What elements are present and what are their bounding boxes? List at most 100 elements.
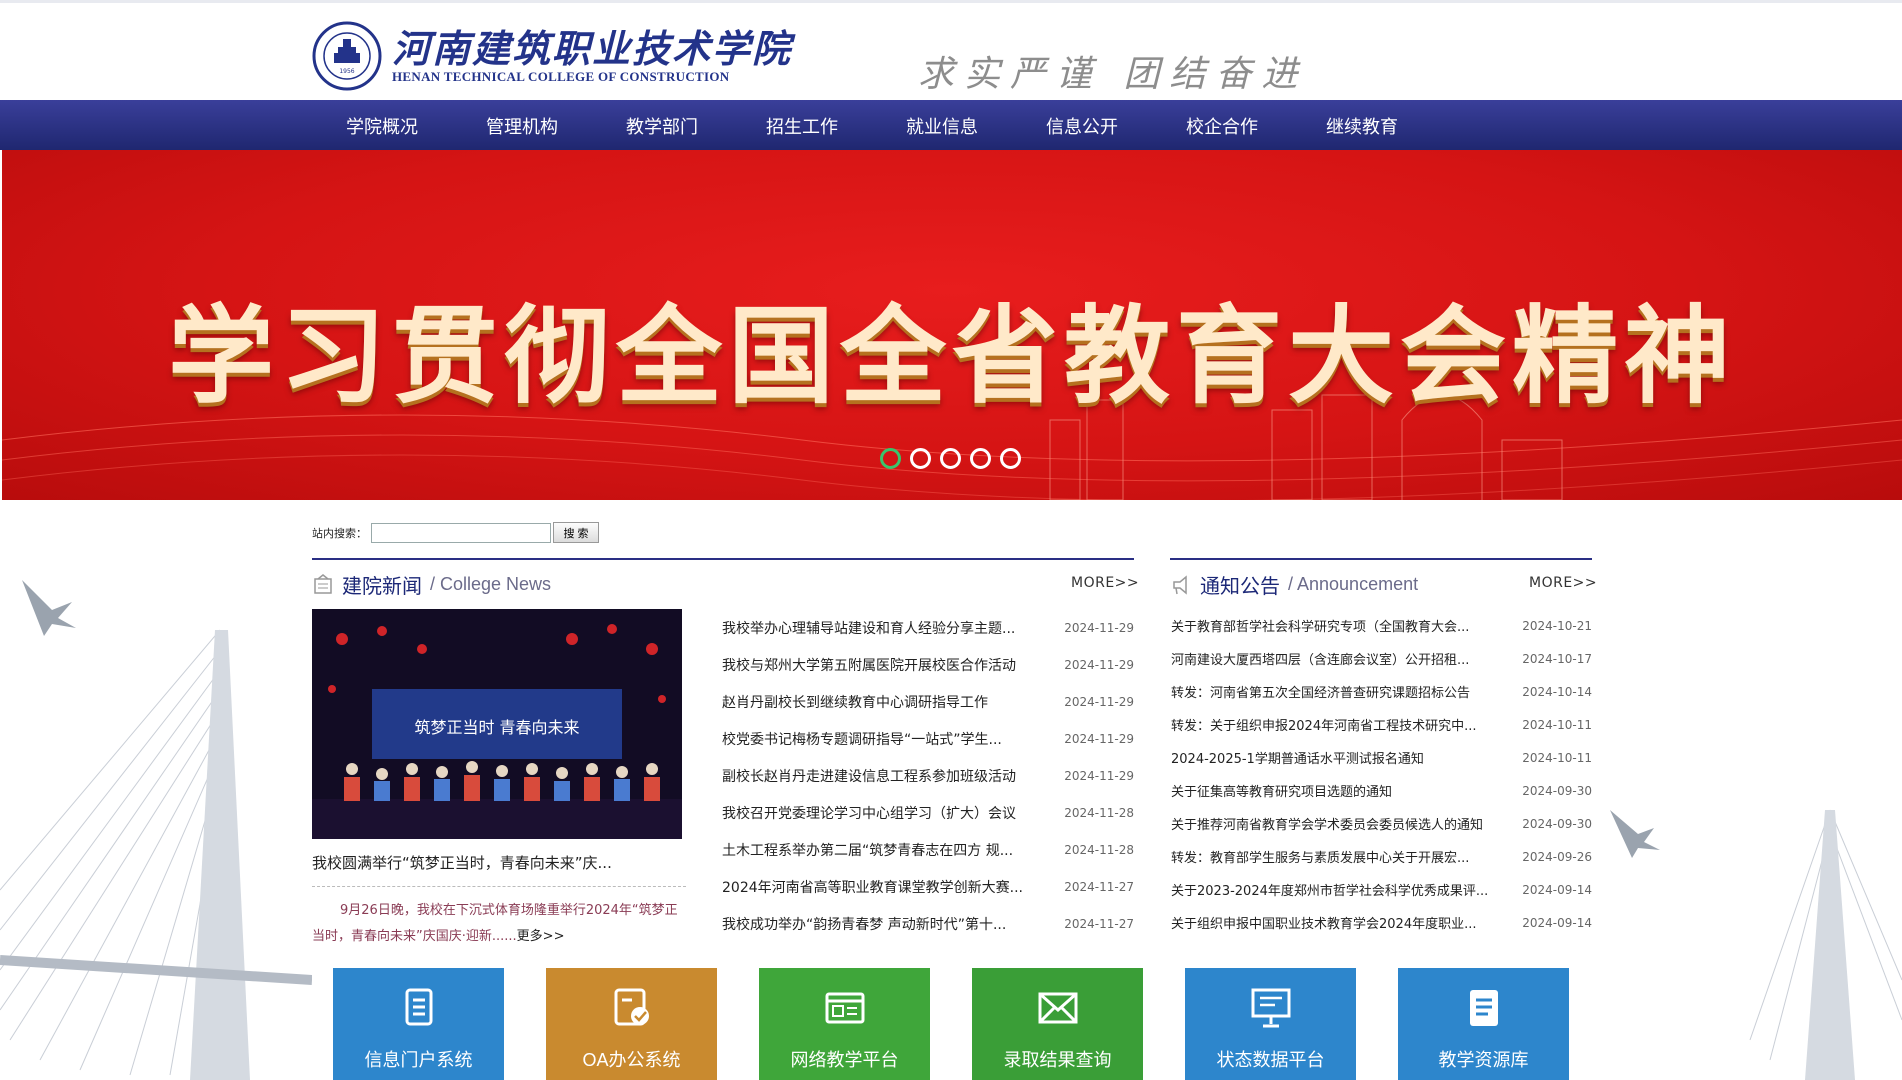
notice-divider <box>1170 558 1592 560</box>
list-item-date: 2024-11-28 <box>1064 842 1134 857</box>
list-item[interactable]: 关于推荐河南省教育学会学术委员会委员候选人的通知 2024-09-30 <box>1171 807 1592 840</box>
notice-more-link[interactable]: MORE>> <box>1529 575 1597 591</box>
list-item-title[interactable]: 转发：河南省第五次全国经济普查研究课题招标公告 <box>1171 682 1511 701</box>
list-item-title[interactable]: 关于教育部哲学社会科学研究专项（全国教育大会... <box>1171 616 1511 635</box>
list-item-date: 2024-09-26 <box>1522 849 1592 864</box>
nav-item[interactable]: 教学部门 <box>592 100 732 150</box>
presentation-board-icon <box>1251 988 1290 1028</box>
list-item-title[interactable]: 关于推荐河南省教育学会学术委员会委员候选人的通知 <box>1171 814 1511 833</box>
list-item[interactable]: 土木工程系举办第二届“筑梦青春志在四方 规... 2024-11-28 <box>722 831 1134 868</box>
tile-label: 网络教学平台 <box>790 1050 899 1070</box>
tile-label: 教学资源库 <box>1438 1050 1529 1070</box>
list-item-date: 2024-10-11 <box>1522 717 1592 732</box>
list-item[interactable]: 我校与郑州大学第五附属医院开展校医合作活动 2024-11-29 <box>722 646 1134 683</box>
list-item-date: 2024-11-28 <box>1064 805 1134 820</box>
list-item[interactable]: 赵肖丹副校长到继续教育中心调研指导工作 2024-11-29 <box>722 683 1134 720</box>
college-motto: 求实严谨 团结奋进 <box>918 54 1308 95</box>
news-more-link[interactable]: MORE>> <box>1071 575 1139 591</box>
nav-item[interactable]: 继续教育 <box>1292 100 1432 150</box>
news-title-en: / College News <box>430 574 552 594</box>
list-item[interactable]: 转发：教育部学生服务与素质发展中心关于开展宏... 2024-09-26 <box>1171 840 1592 873</box>
main-nav: 学院概况 管理机构 教学部门 招生工作 就业信息 信息公开 校企合作 继续教育 <box>0 100 1902 150</box>
list-item-title[interactable]: 赵肖丹副校长到继续教育中心调研指导工作 <box>722 692 1052 712</box>
college-name-cn: 河南建筑职业技术学院 <box>392 26 793 71</box>
banner-dot[interactable] <box>970 448 991 469</box>
search-button[interactable]: 搜 索 <box>553 522 599 543</box>
featured-summary-text: 9月26日晚，我校在下沉式体育场隆重举行2024年“筑梦正当时，青春向未来”庆国… <box>312 903 678 944</box>
nav-item[interactable]: 信息公开 <box>1012 100 1152 150</box>
featured-more-link[interactable]: 更多>> <box>517 929 565 944</box>
list-item[interactable]: 副校长赵肖丹走进建设信息工程系参加班级活动 2024-11-29 <box>722 757 1134 794</box>
list-item-title[interactable]: 关于征集高等教育研究项目选题的通知 <box>1171 781 1511 800</box>
quick-link-tile[interactable]: OA办公系统 <box>546 968 717 1080</box>
tile-label: OA办公系统 <box>582 1050 681 1070</box>
list-item-date: 2024-10-14 <box>1522 684 1592 699</box>
list-item[interactable]: 关于征集高等教育研究项目选题的通知 2024-09-30 <box>1171 774 1592 807</box>
list-item[interactable]: 校党委书记梅杨专题调研指导“一站式”学生... 2024-11-29 <box>722 720 1134 757</box>
news-header: 建院新闻 / College News <box>312 570 551 599</box>
list-item[interactable]: 关于教育部哲学社会科学研究专项（全国教育大会... 2024-10-21 <box>1171 609 1592 642</box>
nav-item[interactable]: 管理机构 <box>452 100 592 150</box>
featured-news-photo[interactable]: 筑梦正当时 青春向未来 <box>312 609 682 839</box>
list-item-title[interactable]: 转发：关于组织申报2024年河南省工程技术研究中... <box>1171 715 1511 734</box>
banner-dot[interactable] <box>880 448 901 469</box>
list-item-title[interactable]: 河南建设大厦西塔四层（含连廊会议室）公开招租... <box>1171 649 1511 668</box>
list-item-title[interactable]: 关于组织申报中国职业技术教育学会2024年度职业... <box>1171 913 1511 932</box>
list-item[interactable]: 2024-2025-1学期普通话水平测试报名通知 2024-10-11 <box>1171 741 1592 774</box>
nav-item[interactable]: 学院概况 <box>312 100 452 150</box>
list-item[interactable]: 关于组织申报中国职业技术教育学会2024年度职业... 2024-09-14 <box>1171 906 1592 939</box>
nav-item[interactable]: 就业信息 <box>872 100 1012 150</box>
list-item-title[interactable]: 我校举办心理辅导站建设和育人经验分享主题... <box>722 618 1052 638</box>
list-item[interactable]: 转发：关于组织申报2024年河南省工程技术研究中... 2024-10-11 <box>1171 708 1592 741</box>
list-item-title[interactable]: 土木工程系举办第二届“筑梦青春志在四方 规... <box>722 840 1052 860</box>
list-item-title[interactable]: 关于2023-2024年度郑州市哲学社会科学优秀成果评... <box>1171 880 1511 899</box>
site-logo[interactable]: 1956 河南建筑职业技术学院 HENAN TECHNICAL COLLEGE … <box>312 21 792 91</box>
nav-item[interactable]: 校企合作 <box>1152 100 1292 150</box>
announcement-icon <box>1173 574 1187 595</box>
list-item-title[interactable]: 我校召开党委理论学习中心组学习（扩大）会议 <box>722 803 1052 823</box>
tile-label: 信息门户系统 <box>364 1050 473 1070</box>
list-item-title[interactable]: 2024-2025-1学期普通话水平测试报名通知 <box>1171 748 1511 767</box>
approval-doc-icon <box>614 988 649 1026</box>
list-item-title[interactable]: 转发：教育部学生服务与素质发展中心关于开展宏... <box>1171 847 1511 866</box>
list-item[interactable]: 河南建设大厦西塔四层（含连廊会议室）公开招租... 2024-10-17 <box>1171 642 1592 675</box>
list-item[interactable]: 转发：河南省第五次全国经济普查研究课题招标公告 2024-10-14 <box>1171 675 1592 708</box>
notice-title: 通知公告 <box>1200 576 1280 598</box>
list-item-date: 2024-11-29 <box>1064 694 1134 709</box>
banner-title: 学习贯彻全国全省教育大会精神 <box>168 295 1736 418</box>
list-item-date: 2024-10-21 <box>1522 618 1592 633</box>
list-item-date: 2024-11-29 <box>1064 657 1134 672</box>
list-item-title[interactable]: 校党委书记梅杨专题调研指导“一站式”学生... <box>722 729 1052 749</box>
list-item-title[interactable]: 我校成功举办“韵扬青春梦 声动新时代”第十... <box>722 914 1052 934</box>
notice-list: 关于教育部哲学社会科学研究专项（全国教育大会... 2024-10-21 河南建设大… <box>1171 609 1592 939</box>
list-item[interactable]: 关于2023-2024年度郑州市哲学社会科学优秀成果评... 2024-09-14 <box>1171 873 1592 906</box>
list-item-title[interactable]: 我校与郑州大学第五附属医院开展校医合作活动 <box>722 655 1052 675</box>
list-item-date: 2024-11-27 <box>1064 916 1134 931</box>
news-icon <box>314 573 332 594</box>
tile-label: 录取结果查询 <box>1003 1050 1112 1070</box>
banner-dot[interactable] <box>940 448 961 469</box>
college-name-en: HENAN TECHNICAL COLLEGE OF CONSTRUCTION <box>392 69 730 84</box>
list-item-title[interactable]: 2024年河南省高等职业教育课堂教学创新大赛... <box>722 877 1052 897</box>
list-item[interactable]: 2024年河南省高等职业教育课堂教学创新大赛... 2024-11-27 <box>722 868 1134 905</box>
stage-banner-text: 筑梦正当时 青春向未来 <box>414 718 579 737</box>
list-item-date: 2024-09-14 <box>1522 882 1592 897</box>
quick-link-tile[interactable]: 录取结果查询 <box>972 968 1143 1080</box>
featured-news-caption[interactable]: 我校圆满举行“筑梦正当时，青春向未来”庆... <box>312 852 682 873</box>
list-item[interactable]: 我校成功举办“韵扬青春梦 声动新时代”第十... 2024-11-27 <box>722 905 1134 942</box>
quick-link-tile[interactable]: 状态数据平台 <box>1185 968 1356 1080</box>
list-item-title[interactable]: 副校长赵肖丹走进建设信息工程系参加班级活动 <box>722 766 1052 786</box>
search-input[interactable] <box>371 522 551 543</box>
banner-dot[interactable] <box>1000 448 1021 469</box>
quick-link-tile[interactable]: 教学资源库 <box>1398 968 1569 1080</box>
list-item-date: 2024-10-17 <box>1522 651 1592 666</box>
quick-link-tile[interactable]: 网络教学平台 <box>759 968 930 1080</box>
hero-banner[interactable]: 学习贯彻全国全省教育大会精神 <box>2 150 1902 500</box>
list-item[interactable]: 我校举办心理辅导站建设和育人经验分享主题... 2024-11-29 <box>722 609 1134 646</box>
nav-item[interactable]: 招生工作 <box>732 100 872 150</box>
quick-link-tile[interactable]: 信息门户系统 <box>333 968 504 1080</box>
news-list: 我校举办心理辅导站建设和育人经验分享主题... 2024-11-29 我校与郑州大学… <box>722 609 1134 942</box>
banner-dot[interactable] <box>910 448 931 469</box>
list-item[interactable]: 我校召开党委理论学习中心组学习（扩大）会议 2024-11-28 <box>722 794 1134 831</box>
site-search: 站内搜索： 搜 索 <box>312 522 599 543</box>
